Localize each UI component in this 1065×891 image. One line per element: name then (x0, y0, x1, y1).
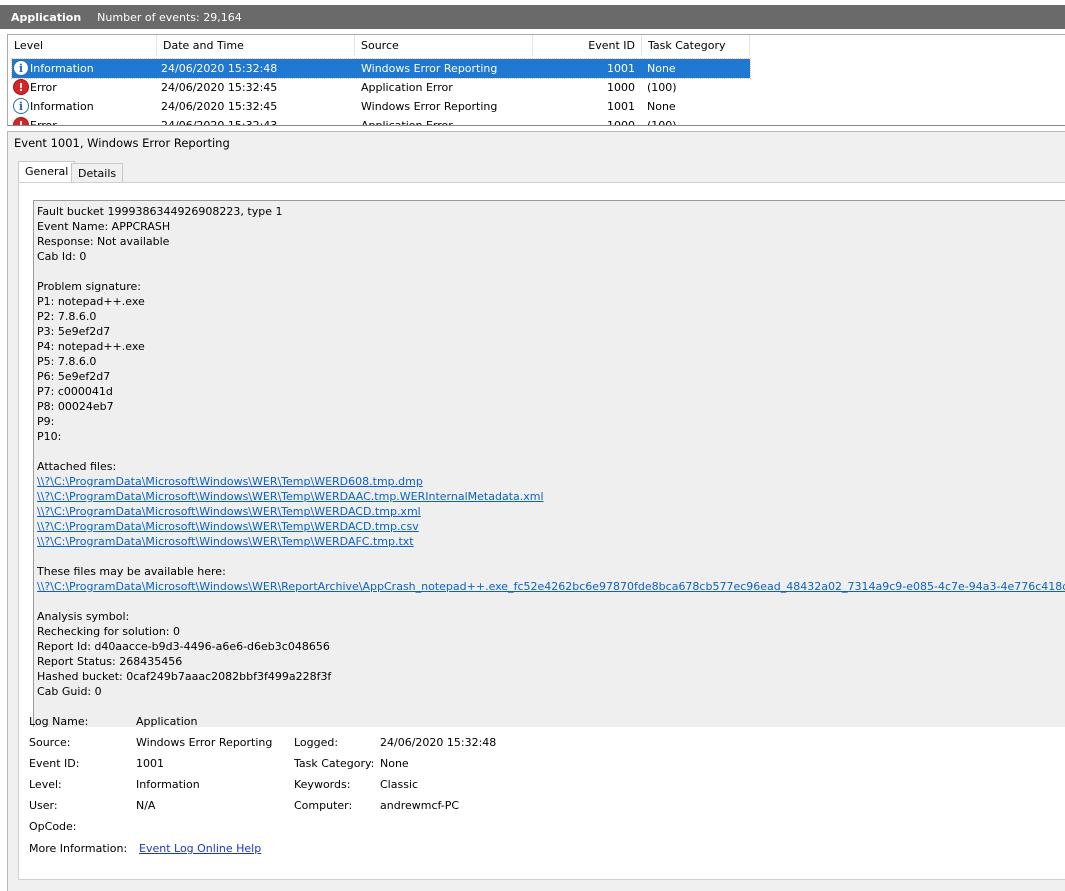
cell-event-id: 1000 (607, 81, 635, 94)
column-header-level[interactable]: Level (8, 35, 157, 56)
cell-level: Information (30, 62, 94, 75)
cell-date: 24/06/2020 15:32:43 (161, 119, 278, 126)
source-label: Source: (29, 736, 71, 749)
cell-source: Application Error (361, 81, 453, 94)
event-description-textbox[interactable]: Fault bucket 1999386344926908223, type 1… (33, 200, 1065, 727)
description-line: Response: Not available (37, 235, 170, 248)
cell-level: Information (30, 100, 94, 113)
description-line: Attached files: (37, 460, 117, 473)
source-value: Windows Error Reporting (136, 736, 273, 749)
description-line: Event Name: APPCRASH (37, 220, 171, 233)
keywords-label: Keywords: (294, 778, 351, 791)
description-line: Cab Id: 0 (37, 250, 87, 263)
attached-file-link[interactable]: \\?\C:\ProgramData\Microsoft\Windows\WER… (37, 474, 423, 489)
attached-file-link[interactable]: \\?\C:\ProgramData\Microsoft\Windows\WER… (37, 534, 414, 549)
task-category-value: None (380, 757, 409, 770)
description-line: P5: 7.8.6.0 (37, 355, 97, 368)
description-line: P6: 5e9ef2d7 (37, 370, 111, 383)
error-icon: ! (13, 79, 29, 95)
cell-date: 24/06/2020 15:32:45 (161, 81, 278, 94)
event-count: Number of events: 29,164 (97, 10, 242, 24)
attached-file-link[interactable]: \\?\C:\ProgramData\Microsoft\Windows\WER… (37, 519, 419, 534)
log-header-bar: Application Number of events: 29,164 (0, 5, 1065, 29)
description-line: Report Id: d40aacce-b9d3-4496-a6e6-d6eb3… (37, 640, 330, 653)
description-line: P8: 00024eb7 (37, 400, 114, 413)
event-row[interactable]: i Information 24/06/2020 15:32:48 Windows E… (11, 58, 751, 79)
description-line: These files may be available here: (37, 565, 226, 578)
tab-general[interactable]: General (18, 161, 76, 183)
description-line: P1: notepad++.exe (37, 295, 145, 308)
report-archive-link[interactable]: \\?\C:\ProgramData\Microsoft\Windows\WER… (37, 579, 1065, 594)
logged-label: Logged: (294, 736, 339, 749)
cell-source: Windows Error Reporting (361, 100, 498, 113)
info-icon: i (13, 98, 29, 114)
column-header-task-category[interactable]: Task Category (642, 35, 750, 56)
description-line: P7: c000041d (37, 385, 113, 398)
cell-level: Error (30, 81, 57, 94)
log-name-value: Application (136, 715, 198, 728)
user-label: User: (29, 799, 58, 812)
log-name-label: Log Name: (29, 715, 89, 728)
event-detail-title: Event 1001, Windows Error Reporting (7, 131, 1065, 155)
column-header-source[interactable]: Source (355, 35, 533, 56)
level-value: Information (136, 778, 200, 791)
description-line: Hashed bucket: 0caf249b7aaac2082bbf3f499… (37, 670, 332, 683)
cell-task-category: (100) (647, 119, 677, 126)
event-list[interactable]: Level Date and Time Source Event ID Task… (7, 34, 1065, 126)
computer-value: andrewmcf-PC (380, 799, 460, 812)
description-line: Fault bucket 1999386344926908223, type 1 (37, 205, 283, 218)
log-name: Application (11, 10, 82, 24)
attached-file-link[interactable]: \\?\C:\ProgramData\Microsoft\Windows\WER… (37, 504, 421, 519)
cell-date: 24/06/2020 15:32:48 (161, 62, 278, 75)
description-line: Problem signature: (37, 280, 141, 293)
cell-level: Error (30, 119, 57, 126)
tab-details[interactable]: Details (71, 163, 124, 183)
cell-event-id: 1000 (607, 119, 635, 126)
description-line: Report Status: 268435456 (37, 655, 183, 668)
column-header-event-id[interactable]: Event ID (533, 35, 642, 56)
event-detail-pane: General Details Fault bucket 19993863449… (7, 155, 1065, 891)
cell-task-category: (100) (647, 81, 677, 94)
cell-source: Windows Error Reporting (361, 62, 498, 75)
event-id-label: Event ID: (29, 757, 80, 770)
description-line: P4: notepad++.exe (37, 340, 145, 353)
opcode-label: OpCode: (29, 820, 77, 833)
description-line: P2: 7.8.6.0 (37, 310, 97, 323)
description-line: P10: (37, 430, 62, 443)
column-header-date[interactable]: Date and Time (157, 35, 355, 56)
description-line: Rechecking for solution: 0 (37, 625, 181, 638)
error-icon: ! (13, 117, 29, 125)
user-value: N/A (136, 799, 156, 812)
description-line: Analysis symbol: (37, 610, 130, 623)
keywords-value: Classic (380, 778, 419, 791)
attached-file-link[interactable]: \\?\C:\ProgramData\Microsoft\Windows\WER… (37, 489, 544, 504)
event-row[interactable]: ! Error 24/06/2020 15:32:43 Application Err… (12, 116, 750, 126)
event-row[interactable]: ! Error 24/06/2020 15:32:45 Application Err… (12, 78, 750, 97)
level-label: Level: (29, 778, 62, 791)
event-row[interactable]: i Information 24/06/2020 15:32:45 Windows E… (12, 97, 750, 116)
computer-label: Computer: (294, 799, 353, 812)
cell-event-id: 1001 (607, 100, 635, 113)
event-id-value: 1001 (136, 757, 164, 770)
logged-value: 24/06/2020 15:32:48 (380, 736, 497, 749)
list-header: Level Date and Time Source Event ID Task… (8, 35, 1065, 57)
cell-date: 24/06/2020 15:32:45 (161, 100, 278, 113)
description-line: P9: (37, 415, 55, 428)
info-icon: i (13, 60, 29, 76)
cell-source: Application Error (361, 119, 453, 126)
task-category-label: Task Category: (294, 757, 375, 770)
cell-event-id: 1001 (607, 62, 635, 75)
event-log-online-help-link[interactable]: Event Log Online Help (139, 840, 261, 858)
cell-task-category: None (647, 62, 676, 75)
description-line: P3: 5e9ef2d7 (37, 325, 111, 338)
description-line: Cab Guid: 0 (37, 685, 102, 698)
cell-task-category: None (647, 100, 676, 113)
more-information-label: More Information: (29, 842, 128, 855)
